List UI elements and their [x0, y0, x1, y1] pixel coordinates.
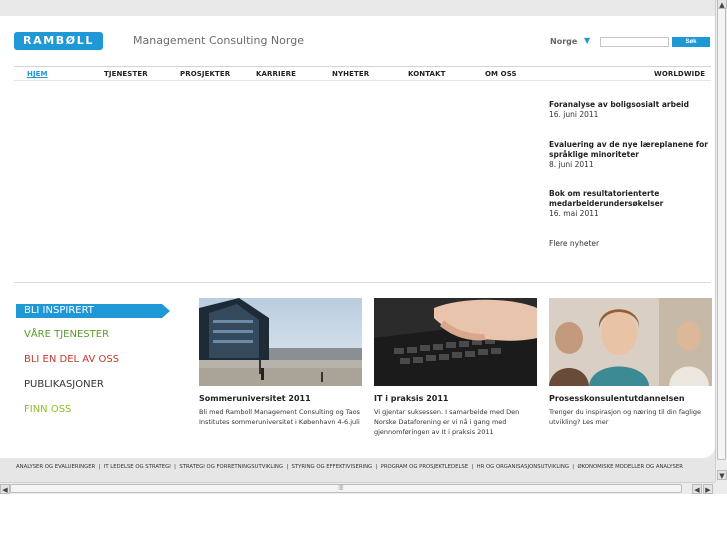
teaser-image-sommeruniversitet[interactable] — [199, 298, 362, 386]
horizontal-scroll-thumb[interactable] — [10, 484, 682, 493]
vertical-scroll-thumb[interactable] — [717, 8, 726, 460]
news-title[interactable]: Foranalyse av boligsosialt arbeid — [549, 100, 714, 110]
nav-item-kontakt[interactable]: KONTAKT — [408, 70, 445, 78]
nav-item-om-oss[interactable]: OM OSS — [485, 70, 517, 78]
site-tagline: Management Consulting Norge — [133, 34, 304, 47]
teaser-image-prosesskonsulent[interactable] — [549, 298, 712, 386]
news-date: 16. mai 2011 — [549, 209, 599, 218]
teaser-title[interactable]: Sommeruniversitet 2011 — [199, 394, 311, 403]
menu-arrow-icon — [162, 304, 170, 318]
scroll-right-icon[interactable]: ▶ — [703, 484, 713, 494]
teaser-text: Bli med Ramboll Management Consulting og… — [199, 408, 361, 426]
footer-links: ANALYSER OG EVALUERINGER | IT LEDELSE OG… — [16, 464, 683, 470]
nav-item-karriere[interactable]: KARRIERE — [256, 70, 296, 78]
window-top-bar — [0, 0, 715, 16]
footer-link[interactable]: STRATEGI OG FORRETNINGSUTVIKLING — [179, 464, 283, 470]
footer-link[interactable]: ANALYSER OG EVALUERINGER — [16, 464, 95, 470]
nav-item-prosjekter[interactable]: PROSJEKTER — [180, 70, 230, 78]
more-news-link[interactable]: Flere nyheter — [549, 239, 599, 248]
footer-link[interactable]: PROGRAM OG PROSJEKTLEDELSE — [381, 464, 468, 470]
horizontal-scrollbar[interactable]: ◀ ⁞⁞⁞⁞ ◀ ▶ — [0, 482, 715, 494]
scroll-left-icon[interactable]: ◀ — [0, 484, 10, 494]
chevron-down-icon[interactable]: ▼ — [584, 36, 590, 45]
teaser-text: Vi gjentar suksessen. I samarbeide med D… — [374, 408, 520, 436]
footer-link[interactable]: IT LEDELSE OG STRATEGI — [104, 464, 171, 470]
news-date: 16. juni 2011 — [549, 110, 599, 119]
nav-item-worldwide[interactable]: WORLDWIDE — [654, 70, 705, 78]
page-card — [0, 16, 715, 458]
scroll-left-icon[interactable]: ◀ — [692, 484, 702, 494]
nav-item-hjem[interactable]: HJEM — [27, 70, 48, 78]
menu-item-publikasjoner[interactable]: PUBLIKASJONER — [24, 379, 104, 390]
news-item[interactable]: Bok om resultatorienterte medarbeiderund… — [549, 189, 714, 219]
footer-link[interactable]: ØKONOMISKE MODELLER OG ANALYSER — [577, 464, 682, 470]
news-item[interactable]: Foranalyse av boligsosialt arbeid 16. ju… — [549, 100, 714, 120]
nav-top-border — [14, 66, 711, 67]
footer-link[interactable]: HR OG ORGANISASJONSUTVIKLING — [477, 464, 569, 470]
news-date: 8. juni 2011 — [549, 160, 594, 169]
menu-item-bli-inspirert[interactable]: BLI INSPIRERT — [16, 304, 162, 318]
footer-link[interactable]: STYRING OG EFFEKTIVISERING — [292, 464, 373, 470]
news-title[interactable]: Bok om resultatorienterte medarbeiderund… — [549, 189, 714, 209]
menu-item-bli-en-del-av-oss[interactable]: BLI EN DEL AV OSS — [24, 354, 119, 365]
search-input[interactable] — [600, 37, 669, 47]
language-selector[interactable]: Norge — [550, 37, 577, 46]
scrollbar-corner — [715, 482, 727, 494]
menu-item-vaare-tjenester[interactable]: VÅRE TJENESTER — [24, 329, 109, 340]
teaser-title[interactable]: Prosesskonsulentutdannelsen — [549, 394, 685, 403]
nav-item-nyheter[interactable]: NYHETER — [332, 70, 369, 78]
nav-bottom-border — [14, 80, 711, 81]
teaser-image-it-i-praksis[interactable] — [374, 298, 537, 386]
menu-item-finn-oss[interactable]: FINN OSS — [24, 404, 71, 415]
news-item[interactable]: Evaluering av de nye læreplanene for spr… — [549, 140, 714, 170]
news-title[interactable]: Evaluering av de nye læreplanene for spr… — [549, 140, 714, 160]
scroll-grip-icon: ⁞⁞⁞⁞ — [338, 484, 344, 492]
teaser-title[interactable]: IT i praksis 2011 — [374, 394, 448, 403]
teaser-text: Trenger du inspirasjon og næring til din… — [549, 408, 702, 426]
ramboll-logo[interactable]: RAMBØLL — [14, 32, 103, 50]
vertical-scrollbar[interactable]: ▲ ▼ — [715, 0, 727, 482]
nav-item-tjenester[interactable]: TJENESTER — [104, 70, 148, 78]
search-button[interactable]: Søk — [672, 37, 710, 47]
scroll-down-icon[interactable]: ▼ — [717, 470, 727, 480]
section-divider — [14, 282, 711, 283]
